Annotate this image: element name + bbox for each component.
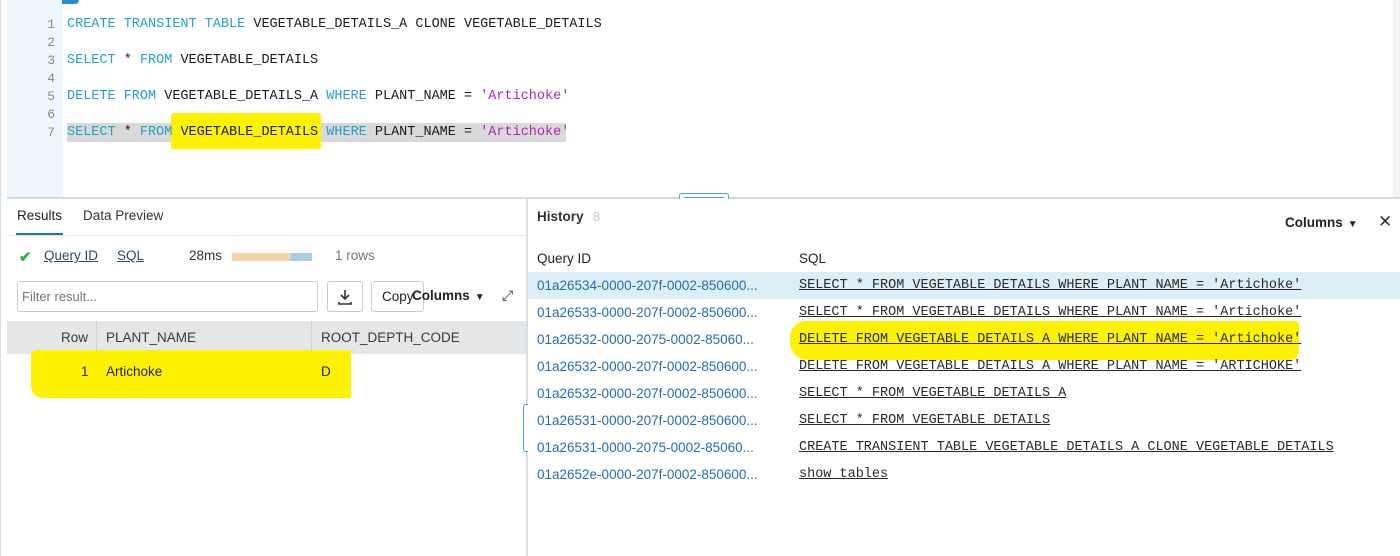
code-token: FROM (139, 53, 181, 68)
history-columns-dropdown[interactable]: Columns ▼ (1285, 215, 1358, 230)
history-sql-link[interactable]: DELETE FROM VEGETABLE_DETAILS_A WHERE PL… (799, 332, 1301, 347)
columns-dropdown[interactable]: Columns ▼ (412, 288, 485, 303)
code-token: WHERE (326, 89, 375, 104)
column-header-row[interactable]: Row (61, 330, 88, 345)
history-query-id-link[interactable]: 01a26533-0000-207f-0002-850600... (537, 305, 758, 320)
line-number: 2 (47, 35, 55, 50)
filter-result-input[interactable] (17, 281, 318, 312)
query-duration: 28ms (189, 248, 223, 263)
history-header-query-id: Query ID (537, 251, 592, 266)
code-token: WHERE (326, 125, 375, 140)
close-icon[interactable]: ✕ (1378, 212, 1392, 232)
history-row[interactable]: 01a26532-0000-2075-0002-85060... DELETE F… (528, 326, 1400, 353)
line-number: 3 (47, 53, 55, 68)
code-token: VEGETABLE_DETAILS (180, 53, 319, 68)
history-row[interactable]: 01a2652e-0000-207f-0002-850600... show ta… (528, 461, 1400, 488)
tab-results[interactable]: Results (15, 208, 64, 235)
query-id-link[interactable]: Query ID (44, 248, 98, 263)
download-button[interactable] (327, 281, 363, 312)
history-header-sql: SQL (799, 251, 827, 266)
history-count: 8 (593, 209, 601, 224)
history-row[interactable]: 01a26534-0000-207f-0002-850600... SELECT … (528, 272, 1400, 299)
history-sql-link[interactable]: DELETE FROM VEGETABLE_DETAILS_A WHERE PL… (799, 359, 1301, 374)
code-token: 'Artichoke' (480, 125, 570, 140)
code-line[interactable]: SELECT * FROM VEGETABLE_DETAILS (67, 52, 318, 70)
line-number: 1 (47, 17, 55, 32)
sql-editor[interactable]: 1 CREATE TRANSIENT TABLE VEGETABLE_DETAIL… (0, 0, 1400, 199)
code-line[interactable]: SELECT * FROM VEGETABLE_DETAILS WHERE PL… (67, 124, 569, 142)
history-query-id-link[interactable]: 01a26534-0000-207f-0002-850600... (537, 278, 758, 293)
history-sql-link[interactable]: SELECT * FROM VEGETABLE_DETAILS_A (799, 386, 1066, 401)
cell-plant-name[interactable]: Artichoke (106, 364, 162, 379)
history-sql-link[interactable]: CREATE TRANSIENT TABLE VEGETABLE_DETAILS… (799, 440, 1334, 455)
history-row[interactable]: 01a26531-0000-2075-0002-85060... CREATE T… (528, 434, 1400, 461)
tabs-divider (7, 235, 528, 236)
code-token: DELETE FROM (67, 89, 165, 104)
duration-bar (232, 253, 312, 261)
code-token: VEGETABLE_DETAILS (180, 125, 327, 140)
history-query-id-link[interactable]: 01a26532-0000-207f-0002-850600... (537, 359, 758, 374)
history-row[interactable]: 01a26531-0000-207f-0002-850600... SELECT … (528, 407, 1400, 434)
line-number: 7 (47, 125, 55, 140)
download-icon (338, 290, 352, 305)
history-sql-link[interactable]: show tables (799, 467, 888, 482)
code-token: VEGETABLE_DETAILS_A (164, 89, 327, 104)
history-title: History (537, 209, 584, 224)
line-number: 5 (47, 89, 55, 104)
row-count: 1 rows (335, 248, 375, 263)
history-row[interactable]: 01a26532-0000-207f-0002-850600... DELETE … (528, 353, 1400, 380)
column-header-root-depth-code[interactable]: ROOT_DEPTH_CODE (321, 330, 460, 345)
code-token: SELECT (67, 125, 124, 140)
columns-label: Columns (412, 288, 470, 303)
history-query-id-link[interactable]: 01a26532-0000-207f-0002-850600... (537, 386, 758, 401)
sql-link[interactable]: SQL (117, 248, 144, 263)
code-token: * (123, 53, 140, 68)
history-query-id-link[interactable]: 01a26532-0000-2075-0002-85060... (537, 332, 754, 347)
history-query-id-link[interactable]: 01a26531-0000-207f-0002-850600... (537, 413, 758, 428)
code-token: 'Artichoke' (480, 89, 570, 104)
chevron-down-icon: ▼ (474, 292, 485, 303)
chevron-down-icon: ▼ (1347, 219, 1358, 230)
marker-highlight (31, 350, 351, 398)
column-header-plant-name[interactable]: PLANT_NAME (106, 330, 196, 345)
history-sql-link[interactable]: SELECT * FROM VEGETABLE_DETAILS (799, 413, 1050, 428)
cell-root-depth-code[interactable]: D (321, 364, 331, 379)
history-panel: History 8 Columns ▼ ✕ Query ID SQL 01a265… (528, 199, 1400, 556)
code-token: FROM (139, 125, 181, 140)
tab-data-preview[interactable]: Data Preview (83, 208, 163, 223)
success-check-icon: ✔ (19, 249, 32, 266)
code-token: PLANT_NAME = (374, 89, 481, 104)
code-token: VEGETABLE_DETAILS_A CLONE VEGETABLE_DETA… (253, 17, 602, 32)
history-row[interactable]: 01a26533-0000-207f-0002-850600... SELECT … (528, 299, 1400, 326)
history-query-id-link[interactable]: 01a2652e-0000-207f-0002-850600... (537, 467, 758, 482)
columns-label: Columns (1285, 215, 1343, 230)
code-token: CREATE TRANSIENT TABLE (67, 17, 254, 32)
history-query-id-link[interactable]: 01a26531-0000-2075-0002-85060... (537, 440, 754, 455)
expand-icon[interactable]: ⤢ (502, 287, 513, 304)
code-token: PLANT_NAME = (374, 125, 481, 140)
code-token: * (123, 125, 140, 140)
code-token: SELECT (67, 53, 124, 68)
history-row[interactable]: 01a26532-0000-207f-0002-850600... SELECT … (528, 380, 1400, 407)
line-number: 4 (47, 71, 55, 86)
history-sql-link[interactable]: SELECT * FROM VEGETABLE_DETAILS WHERE PL… (799, 278, 1301, 293)
results-panel: Results Data Preview ✔ Query ID SQL 28ms… (0, 199, 528, 556)
cell-row-number[interactable]: 1 (81, 364, 89, 379)
editor-scrollbar[interactable] (1393, 0, 1400, 197)
code-line[interactable]: CREATE TRANSIENT TABLE VEGETABLE_DETAILS… (67, 16, 602, 34)
code-line[interactable]: DELETE FROM VEGETABLE_DETAILS_A WHERE PL… (67, 88, 569, 106)
history-sql-link[interactable]: SELECT * FROM VEGETABLE_DETAILS WHERE PL… (799, 305, 1301, 320)
line-number: 6 (47, 107, 55, 122)
